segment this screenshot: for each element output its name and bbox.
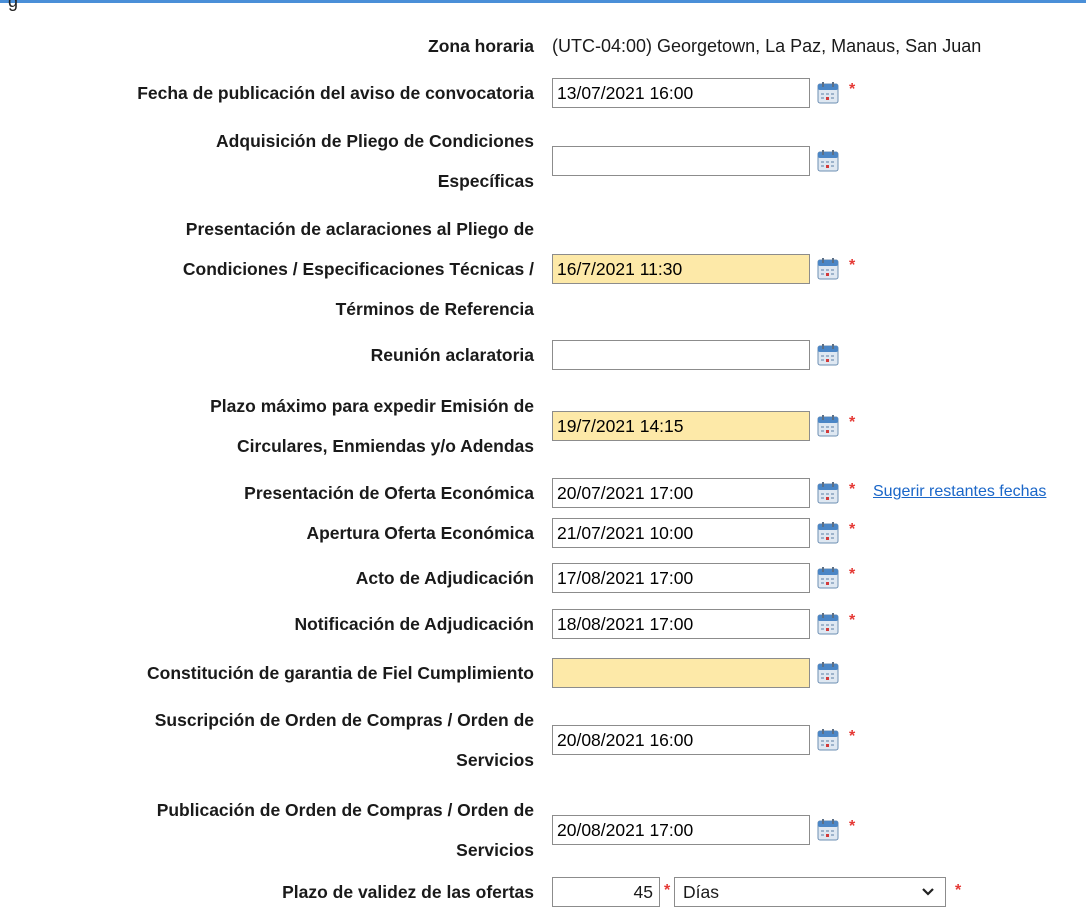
label-line: Publicación de Orden de Compras / Orden … bbox=[156, 800, 534, 820]
suggest-dates-link[interactable]: Sugerir restantes fechas bbox=[873, 483, 1046, 501]
date-row-label: Suscripción de Orden de Compras / Orden … bbox=[155, 700, 534, 780]
required-marker: * bbox=[955, 882, 962, 899]
calendar-icon[interactable] bbox=[817, 522, 839, 544]
required-marker: * bbox=[849, 81, 856, 98]
validity-days-input[interactable]: 45 bbox=[552, 877, 660, 907]
date-row-label: Fecha de publicación del aviso de convoc… bbox=[137, 75, 534, 111]
date-row-label: Constitución de garantia de Fiel Cumplim… bbox=[147, 655, 534, 691]
timezone-label: Zona horaria bbox=[428, 36, 534, 56]
required-marker: * bbox=[664, 882, 671, 899]
calendar-icon[interactable] bbox=[817, 82, 839, 104]
calendar-icon[interactable] bbox=[817, 482, 839, 504]
date-row: Plazo máximo para expedir Emisión de Circ… bbox=[0, 390, 1086, 462]
label-line: Términos de Referencia bbox=[335, 299, 534, 319]
date-input[interactable]: 20/07/2021 17:00 bbox=[552, 478, 810, 508]
date-row: Constitución de garantia de Fiel Cumplim… bbox=[0, 655, 1086, 691]
date-row: Presentación de Oferta Económica 20/07/20… bbox=[0, 475, 1086, 511]
date-input[interactable]: 19/7/2021 14:15 bbox=[552, 411, 810, 441]
label-line: Acto de Adjudicación bbox=[355, 568, 534, 588]
section-top-border bbox=[0, 0, 1086, 3]
label-line: Plazo máximo para expedir Emisión de bbox=[210, 396, 534, 416]
date-row-label: Notificación de Adjudicación bbox=[294, 606, 534, 642]
label-line: Presentación de aclaraciones al Pliego d… bbox=[185, 219, 534, 239]
label-line: Circulares, Enmiendas y/o Adendas bbox=[237, 436, 534, 456]
timezone-value: (UTC-04:00) Georgetown, La Paz, Manaus, … bbox=[552, 36, 982, 56]
date-input[interactable] bbox=[552, 658, 810, 688]
calendar-icon[interactable] bbox=[817, 729, 839, 751]
date-row-label: Adquisición de Pliego de Condiciones Espe… bbox=[216, 121, 534, 201]
date-input[interactable]: 20/08/2021 17:00 bbox=[552, 815, 810, 845]
calendar-icon[interactable] bbox=[817, 662, 839, 684]
date-input[interactable] bbox=[552, 146, 810, 176]
date-row: Apertura Oferta Económica 21/07/2021 10:0… bbox=[0, 515, 1086, 551]
label-line: Apertura Oferta Económica bbox=[306, 523, 534, 543]
label-line: Servicios bbox=[456, 840, 534, 860]
date-row: Fecha de publicación del aviso de convoc… bbox=[0, 75, 1086, 111]
label-line: Fecha de publicación del aviso de convoc… bbox=[137, 83, 534, 103]
validity-unit-select[interactable]: Días bbox=[674, 877, 946, 907]
calendar-icon[interactable] bbox=[817, 344, 839, 366]
label-line: Reunión aclaratoria bbox=[370, 345, 534, 365]
date-row-label: Apertura Oferta Económica bbox=[306, 515, 534, 551]
required-marker: * bbox=[849, 566, 856, 583]
required-marker: * bbox=[849, 818, 856, 835]
date-input[interactable]: 13/07/2021 16:00 bbox=[552, 78, 810, 108]
required-marker: * bbox=[849, 257, 856, 274]
date-row: Publicación de Orden de Compras / Orden … bbox=[0, 790, 1086, 870]
label-line: Específicas bbox=[437, 171, 534, 191]
date-row-label: Publicación de Orden de Compras / Orden … bbox=[157, 790, 534, 870]
label-line: Notificación de Adjudicación bbox=[294, 614, 534, 634]
label-line: Presentación de Oferta Económica bbox=[244, 483, 534, 503]
date-row-label: Presentación de aclaraciones al Pliego d… bbox=[183, 209, 534, 329]
calendar-icon[interactable] bbox=[817, 258, 839, 280]
date-input[interactable]: 21/07/2021 10:00 bbox=[552, 518, 810, 548]
date-row: Adquisición de Pliego de Condiciones Espe… bbox=[0, 125, 1086, 197]
timezone-row: Zona horaria (UTC-04:00) Georgetown, La … bbox=[0, 28, 1086, 64]
calendar-icon[interactable] bbox=[817, 613, 839, 635]
label-line: Servicios bbox=[456, 750, 534, 770]
label-line: Condiciones / Especificaciones Técnicas … bbox=[182, 259, 534, 279]
chevron-down-icon bbox=[921, 878, 935, 915]
label-line: Adquisición de Pliego de Condiciones bbox=[216, 131, 534, 151]
calendar-icon[interactable] bbox=[817, 150, 839, 172]
required-marker: * bbox=[849, 414, 856, 431]
date-row: Reunión aclaratoria bbox=[0, 337, 1086, 373]
date-row-label: Acto de Adjudicación bbox=[356, 560, 534, 596]
date-row: Acto de Adjudicación 17/08/2021 17:00 * bbox=[0, 560, 1086, 596]
required-marker: * bbox=[849, 612, 856, 629]
date-row: Notificación de Adjudicación 18/08/2021 1… bbox=[0, 606, 1086, 642]
date-row-label: Plazo máximo para expedir Emisión de Circ… bbox=[210, 386, 534, 466]
calendar-icon[interactable] bbox=[817, 819, 839, 841]
date-input[interactable]: 18/08/2021 17:00 bbox=[552, 609, 810, 639]
required-marker: * bbox=[849, 728, 856, 745]
validity-label: Plazo de validez de las ofertas bbox=[282, 882, 534, 902]
date-row-label: Presentación de Oferta Económica bbox=[244, 475, 534, 511]
label-line: Constitución de garantia de Fiel Cumplim… bbox=[147, 663, 534, 683]
date-input[interactable]: 20/08/2021 16:00 bbox=[552, 725, 810, 755]
date-row: Presentación de aclaraciones al Pliego d… bbox=[0, 210, 1086, 328]
validity-unit-selected: Días bbox=[683, 882, 719, 902]
date-row: Suscripción de Orden de Compras / Orden … bbox=[0, 700, 1086, 780]
required-marker: * bbox=[849, 481, 856, 498]
calendar-icon[interactable] bbox=[817, 415, 839, 437]
date-input[interactable]: 17/08/2021 17:00 bbox=[552, 563, 810, 593]
section-title-fragment: g bbox=[8, 0, 19, 11]
date-row-label: Reunión aclaratoria bbox=[371, 337, 534, 373]
validity-row: Plazo de validez de las ofertas 45 * Día… bbox=[0, 874, 1086, 910]
calendar-icon[interactable] bbox=[817, 567, 839, 589]
date-input[interactable] bbox=[552, 340, 810, 370]
date-input[interactable]: 16/7/2021 11:30 bbox=[552, 254, 810, 284]
required-marker: * bbox=[849, 521, 856, 538]
label-line: Suscripción de Orden de Compras / Orden … bbox=[154, 710, 534, 730]
